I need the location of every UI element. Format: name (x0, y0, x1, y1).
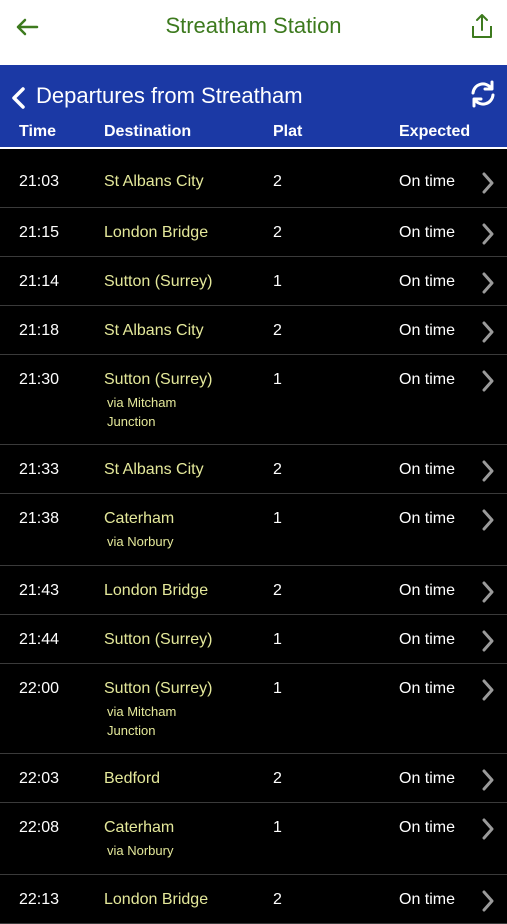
departure-expected: On time (399, 173, 456, 190)
departure-via: via Mitcham Junction (107, 704, 177, 738)
departure-time: 22:00 (19, 680, 60, 697)
departure-time: 22:13 (19, 891, 60, 908)
departure-via: via Mitcham Junction (107, 395, 177, 429)
departure-platform: 1 (273, 819, 282, 836)
departure-platform: 2 (273, 582, 282, 599)
column-destination: Destination (104, 123, 192, 140)
chevron-right-icon (482, 890, 494, 912)
chevron-right-icon (482, 370, 494, 392)
departure-destination: Sutton (Surrey) (104, 371, 213, 388)
chevron-right-icon (482, 769, 494, 791)
departure-time: 21:30 (19, 371, 60, 388)
departure-row[interactable]: 21:30 Sutton (Surrey) 1 On time via Mitcham … (0, 355, 507, 445)
column-platform: Plat (273, 123, 303, 140)
departure-destination: London Bridge (104, 891, 209, 908)
departure-destination: London Bridge (104, 582, 209, 599)
departures-title: Departures from Streatham (36, 83, 303, 108)
departure-time: 21:43 (19, 582, 60, 599)
departure-row[interactable]: 21:03 St Albans City 2 On time (0, 149, 507, 208)
chevron-right-icon (482, 172, 494, 194)
departure-time: 21:38 (19, 510, 60, 527)
departure-platform: 1 (273, 631, 282, 648)
refresh-icon[interactable] (469, 80, 497, 108)
departure-row[interactable]: 21:14 Sutton (Surrey) 1 On time (0, 257, 507, 306)
departure-time: 21:33 (19, 461, 60, 478)
departure-platform: 2 (273, 173, 282, 190)
chevron-right-icon (482, 630, 494, 652)
departure-expected: On time (399, 322, 456, 339)
departure-platform: 1 (273, 371, 282, 388)
departure-expected: On time (399, 680, 456, 697)
departure-row[interactable]: 21:44 Sutton (Surrey) 1 On time (0, 615, 507, 664)
chevron-right-icon (482, 321, 494, 343)
departure-expected: On time (399, 224, 456, 241)
chevron-right-icon (482, 272, 494, 294)
departure-via: via Norbury (107, 843, 174, 858)
departure-time: 21:15 (19, 224, 60, 241)
share-icon[interactable] (469, 12, 495, 40)
chevron-right-icon (482, 223, 494, 245)
departure-platform: 2 (273, 322, 282, 339)
chevron-right-icon (482, 509, 494, 531)
departure-expected: On time (399, 461, 456, 478)
departure-platform: 2 (273, 224, 282, 241)
chevron-right-icon (482, 818, 494, 840)
departure-via: via Norbury (107, 534, 174, 549)
departure-time: 21:14 (19, 273, 60, 290)
departures-list: 21:03 St Albans City 2 On time 21:15 London B… (0, 149, 507, 924)
departure-time: 21:44 (19, 631, 60, 648)
chevron-right-icon (482, 679, 494, 701)
departure-row[interactable]: 22:00 Sutton (Surrey) 1 On time via Mitcham … (0, 664, 507, 754)
departure-row[interactable]: 21:38 Caterham 1 On time via Norbury (0, 494, 507, 566)
top-app-bar: Streatham Station (0, 0, 507, 65)
departure-expected: On time (399, 631, 456, 648)
departure-time: 21:18 (19, 322, 60, 339)
column-expected: Expected (399, 123, 471, 140)
departure-time: 21:03 (19, 173, 60, 190)
departure-expected: On time (399, 371, 456, 388)
departure-expected: On time (399, 770, 456, 787)
departure-destination: Sutton (Surrey) (104, 631, 213, 648)
departure-platform: 2 (273, 891, 282, 908)
departure-destination: Bedford (104, 770, 161, 787)
departure-destination: Caterham (104, 819, 175, 836)
departure-time: 22:08 (19, 819, 60, 836)
departure-destination: Sutton (Surrey) (104, 273, 213, 290)
departure-expected: On time (399, 819, 456, 836)
departure-row[interactable]: 21:43 London Bridge 2 On time (0, 566, 507, 615)
column-time: Time (19, 123, 57, 140)
departure-destination: St Albans City (104, 461, 204, 478)
departures-header: Departures from Streatham Time Destinati… (0, 65, 507, 149)
departure-expected: On time (399, 891, 456, 908)
departure-destination: St Albans City (104, 322, 204, 339)
departure-platform: 1 (273, 680, 282, 697)
chevron-right-icon (482, 460, 494, 482)
departure-row[interactable]: 22:08 Caterham 1 On time via Norbury (0, 803, 507, 875)
departure-expected: On time (399, 510, 456, 527)
station-title: Streatham Station (165, 13, 342, 38)
departure-row[interactable]: 22:03 Bedford 2 On time (0, 754, 507, 803)
departure-platform: 2 (273, 461, 282, 478)
departure-row[interactable]: 21:15 London Bridge 2 On time (0, 208, 507, 257)
departure-expected: On time (399, 582, 456, 599)
departure-destination: London Bridge (104, 224, 209, 241)
departure-destination: St Albans City (104, 173, 204, 190)
chevron-right-icon (482, 581, 494, 603)
departure-platform: 1 (273, 510, 282, 527)
departure-row[interactable]: 21:18 St Albans City 2 On time (0, 306, 507, 355)
departure-platform: 1 (273, 273, 282, 290)
departure-platform: 2 (273, 770, 282, 787)
chevron-left-icon[interactable] (10, 87, 26, 109)
departure-expected: On time (399, 273, 456, 290)
departure-time: 22:03 (19, 770, 60, 787)
departure-destination: Caterham (104, 510, 175, 527)
departure-destination: Sutton (Surrey) (104, 680, 213, 697)
departure-row[interactable]: 21:33 St Albans City 2 On time (0, 445, 507, 494)
